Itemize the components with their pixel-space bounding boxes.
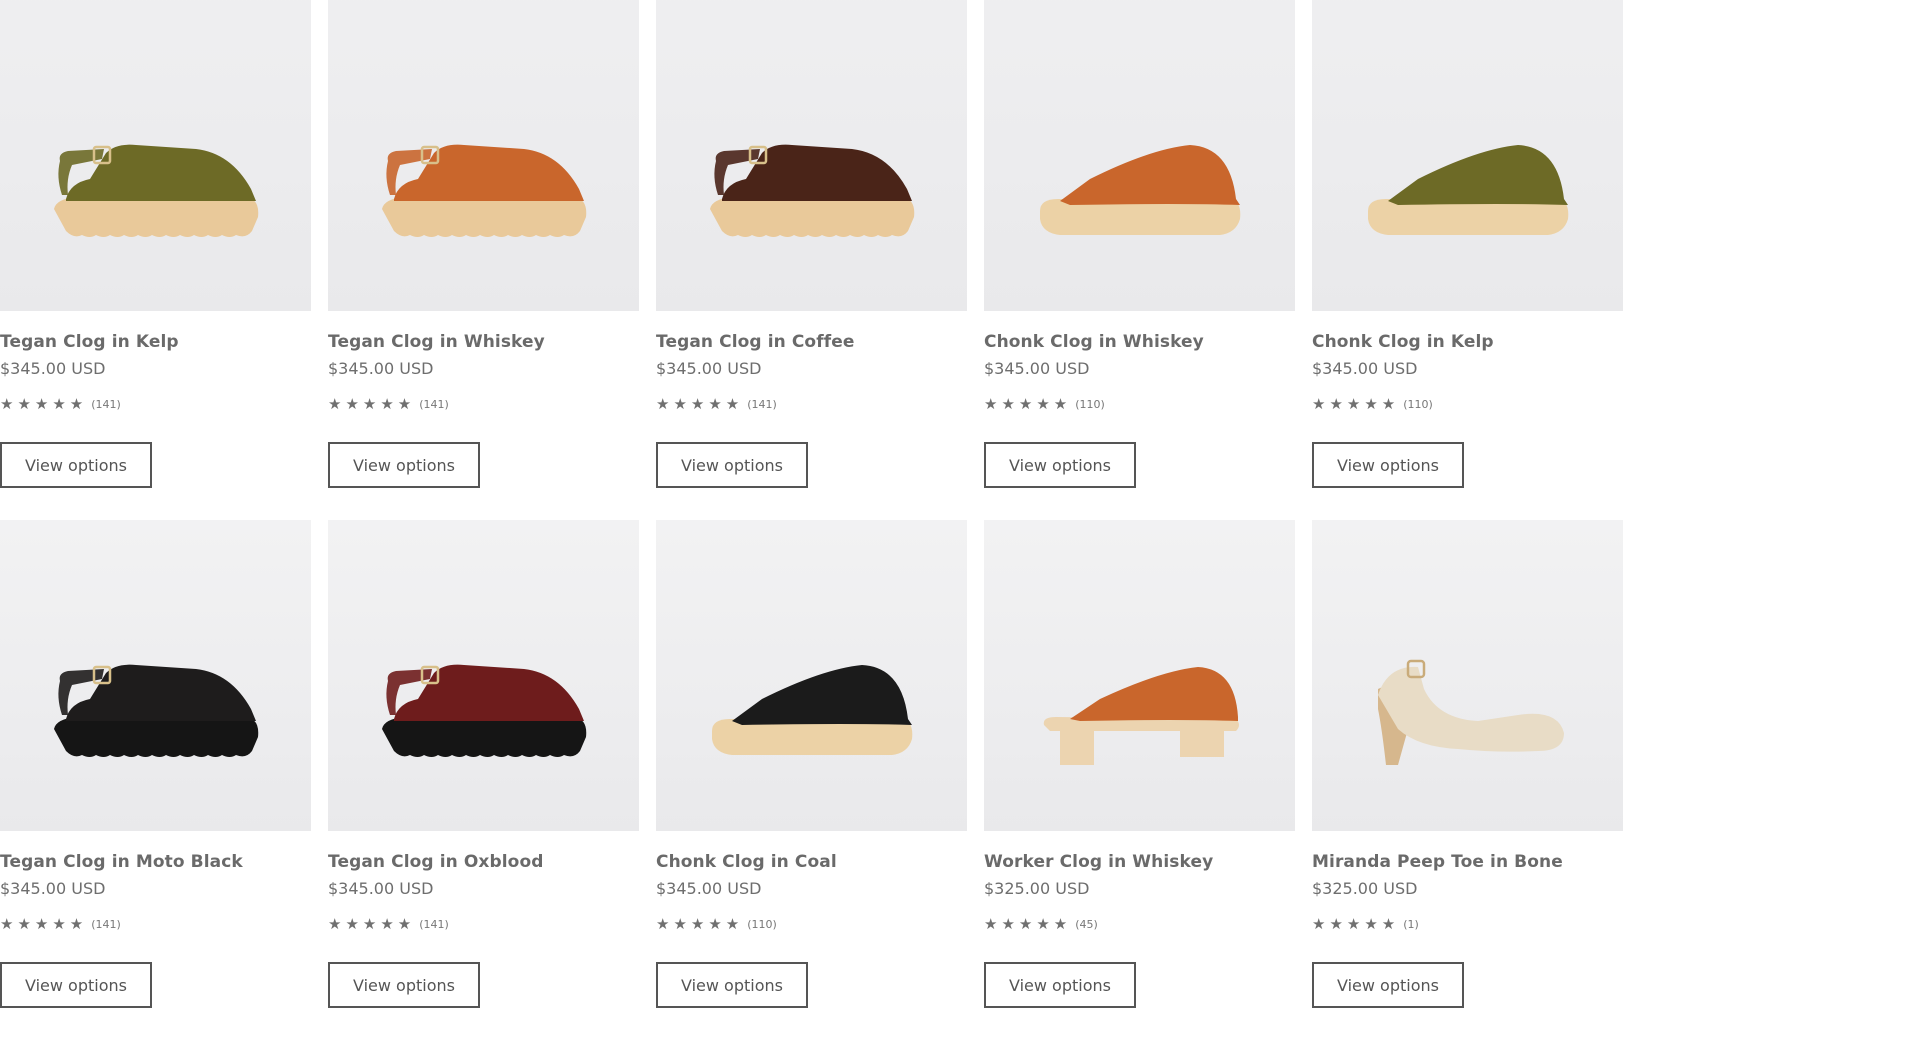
review-count: (141) [747, 397, 777, 411]
product-title[interactable]: Tegan Clog in Coffee [656, 331, 967, 353]
review-count: (141) [419, 917, 449, 931]
product-price: $345.00 USD [0, 879, 106, 898]
product-card: Tegan Clog in Whiskey $345.00 USD ★★★★★ (14… [328, 0, 639, 520]
view-options-button[interactable]: View options [1312, 962, 1464, 1008]
product-image[interactable] [0, 520, 311, 831]
view-options-button[interactable]: View options [0, 442, 152, 488]
view-options-button[interactable]: View options [0, 962, 152, 1008]
product-card: Tegan Clog in Coffee $345.00 USD ★★★★★ (141… [656, 0, 967, 520]
product-title[interactable]: Tegan Clog in Moto Black [0, 851, 311, 873]
product-photo [381, 664, 586, 757]
view-options-button[interactable]: View options [328, 962, 480, 1008]
product-price: $345.00 USD [328, 359, 434, 378]
star-rating-icons: ★★★★★ [984, 395, 1072, 413]
product-rating[interactable]: ★★★★★ (45) [984, 915, 1295, 933]
product-photo [53, 664, 258, 757]
product-photo [1367, 145, 1568, 235]
star-rating-icons: ★★★★★ [0, 395, 88, 413]
product-card: Tegan Clog in Moto Black $345.00 USD ★★★★★… [0, 520, 311, 1040]
product-image[interactable] [0, 0, 311, 311]
product-rating[interactable]: ★★★★★ (110) [1312, 395, 1623, 413]
product-price: $325.00 USD [984, 879, 1090, 898]
product-rating[interactable]: ★★★★★ (1) [1312, 915, 1623, 933]
star-rating-icons: ★★★★★ [1312, 395, 1400, 413]
product-title[interactable]: Miranda Peep Toe in Bone [1312, 851, 1623, 873]
product-price: $345.00 USD [656, 359, 762, 378]
product-card: Chonk Clog in Kelp $345.00 USD ★★★★★ (110) V… [1312, 0, 1623, 520]
star-rating-icons: ★★★★★ [0, 915, 88, 933]
review-count: (141) [419, 397, 449, 411]
product-rating[interactable]: ★★★★★ (110) [984, 395, 1295, 413]
review-count: (45) [1075, 917, 1098, 931]
product-rating[interactable]: ★★★★★ (141) [328, 915, 639, 933]
view-options-button[interactable]: View options [984, 962, 1136, 1008]
view-options-button[interactable]: View options [656, 962, 808, 1008]
product-image[interactable] [328, 520, 639, 831]
view-options-button[interactable]: View options [656, 442, 808, 488]
product-image[interactable] [328, 0, 639, 311]
product-image[interactable] [656, 520, 967, 831]
product-card: Tegan Clog in Kelp $345.00 USD ★★★★★ (141) V… [0, 0, 311, 520]
star-rating-icons: ★★★★★ [984, 915, 1072, 933]
review-count: (141) [91, 397, 121, 411]
product-rating[interactable]: ★★★★★ (141) [656, 395, 967, 413]
product-title[interactable]: Chonk Clog in Coal [656, 851, 967, 873]
star-rating-icons: ★★★★★ [328, 395, 416, 413]
product-rating[interactable]: ★★★★★ (141) [0, 395, 311, 413]
product-card: Miranda Peep Toe in Bone $325.00 USD ★★★★★… [1312, 520, 1623, 1040]
view-options-button[interactable]: View options [984, 442, 1136, 488]
product-photo [1377, 659, 1564, 765]
product-title[interactable]: Tegan Clog in Kelp [0, 331, 311, 353]
product-photo [709, 144, 914, 237]
product-photo [381, 144, 586, 237]
review-count: (1) [1403, 917, 1419, 931]
review-count: (110) [747, 917, 777, 931]
product-rating[interactable]: ★★★★★ (141) [328, 395, 639, 413]
product-title[interactable]: Chonk Clog in Whiskey [984, 331, 1295, 353]
product-price: $345.00 USD [0, 359, 106, 378]
star-rating-icons: ★★★★★ [1312, 915, 1400, 933]
product-price: $345.00 USD [1312, 359, 1418, 378]
product-card: Worker Clog in Whiskey $325.00 USD ★★★★★ (4… [984, 520, 1295, 1040]
star-rating-icons: ★★★★★ [656, 395, 744, 413]
product-image[interactable] [656, 0, 967, 311]
product-card: Chonk Clog in Coal $345.00 USD ★★★★★ (110) V… [656, 520, 967, 1040]
product-title[interactable]: Chonk Clog in Kelp [1312, 331, 1623, 353]
product-card: Chonk Clog in Whiskey $345.00 USD ★★★★★ (11… [984, 0, 1295, 520]
product-price: $325.00 USD [1312, 879, 1418, 898]
product-price: $345.00 USD [656, 879, 762, 898]
product-title[interactable]: Tegan Clog in Whiskey [328, 331, 639, 353]
product-photo [1043, 667, 1239, 765]
product-photo [711, 665, 912, 755]
product-photo [53, 144, 258, 237]
star-rating-icons: ★★★★★ [328, 915, 416, 933]
product-photo [1039, 145, 1240, 235]
product-card: Tegan Clog in Oxblood $345.00 USD ★★★★★ (14… [328, 520, 639, 1040]
product-image[interactable] [1312, 520, 1623, 831]
product-title[interactable]: Worker Clog in Whiskey [984, 851, 1295, 873]
product-image[interactable] [984, 0, 1295, 311]
product-image[interactable] [1312, 0, 1623, 311]
product-rating[interactable]: ★★★★★ (141) [0, 915, 311, 933]
view-options-button[interactable]: View options [1312, 442, 1464, 488]
star-rating-icons: ★★★★★ [656, 915, 744, 933]
review-count: (110) [1075, 397, 1105, 411]
review-count: (141) [91, 917, 121, 931]
product-price: $345.00 USD [328, 879, 434, 898]
review-count: (110) [1403, 397, 1433, 411]
product-rating[interactable]: ★★★★★ (110) [656, 915, 967, 933]
product-price: $345.00 USD [984, 359, 1090, 378]
product-title[interactable]: Tegan Clog in Oxblood [328, 851, 639, 873]
view-options-button[interactable]: View options [328, 442, 480, 488]
product-image[interactable] [984, 520, 1295, 831]
product-grid: Tegan Clog in Kelp $345.00 USD ★★★★★ (141) V… [0, 0, 1623, 1040]
